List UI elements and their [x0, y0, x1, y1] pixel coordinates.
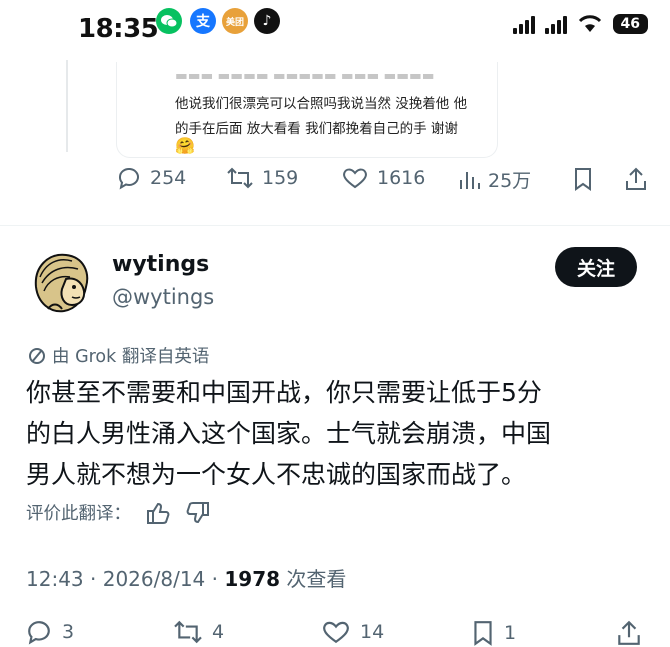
tweet-body: 你甚至不需要和中国开战，你只需要让低于5分 的白人男性涌入这个国家。士气就会崩溃… [26, 372, 636, 495]
avatar-illustration [28, 247, 98, 317]
bookmark-icon [575, 168, 591, 191]
translation-note[interactable]: 由 Grok 翻译自英语 [28, 343, 209, 368]
avatar[interactable] [28, 247, 98, 317]
grok-icon [29, 347, 45, 364]
status-time: 18:35 [78, 14, 159, 44]
wechat-icon [156, 8, 182, 34]
follow-button[interactable]: 关注 [555, 247, 637, 287]
like-count: 1616 [377, 167, 426, 189]
battery-indicator: 46 [612, 14, 648, 34]
reply-button[interactable]: 3 [24, 619, 74, 645]
prev-tweet-actions: 254 159 1616 25万 [0, 166, 670, 206]
heart-icon [323, 621, 349, 644]
thumbs-up-icon[interactable] [145, 501, 171, 525]
reply-count: 254 [150, 167, 187, 189]
thread-connector [66, 60, 68, 152]
translation-note-text: 由 Grok 翻译自英语 [52, 347, 210, 367]
views-count: 25万 [488, 170, 532, 192]
share-icon [618, 620, 640, 645]
thumbs-down-icon[interactable] [185, 501, 211, 525]
tweet-body-line: 男人就不想为一个女人不忠诚的国家而战了。 [26, 460, 527, 489]
cellular-signal-icon [512, 14, 535, 34]
rate-translation: 评价此翻译： [26, 500, 211, 525]
bookmark-button[interactable]: 1 [470, 619, 516, 647]
tweet-meta: 12:43 · 2026/8/14 · 1978 次查看 [26, 563, 346, 592]
tweet-actions: 3 4 14 1 [0, 615, 670, 647]
share-button[interactable] [624, 166, 648, 192]
bookmark-button[interactable] [572, 166, 594, 192]
cellular-signal-icon-2 [544, 14, 567, 34]
image-text-line: 他说我们很漂亮可以合照吗我说当然 没挽着他 他 [175, 96, 468, 112]
tweet-time[interactable]: 12:43 [26, 567, 84, 591]
repost-icon [227, 167, 253, 189]
view-count: 1978 [224, 567, 281, 591]
image-text-line: 的手在后面 放大看看 我们都挽着自己的手 谢谢 [175, 121, 458, 137]
reply-button[interactable]: 254 [116, 166, 186, 190]
bookmark-icon [474, 621, 492, 646]
status-bar: 18:35 支 美团 ♪ 46 [0, 0, 670, 60]
views-button[interactable]: 25万 [458, 166, 531, 193]
share-icon [626, 167, 646, 190]
bookmark-count: 1 [504, 622, 517, 644]
repost-icon [174, 620, 202, 644]
alipay-icon: 支 [190, 8, 216, 34]
tiktok-icon: ♪ [254, 8, 280, 34]
quoted-image-card[interactable]: ▬▬▬ ▬▬▬▬ ▬▬▬▬▬ ▬▬▬ ▬▬▬▬ 他说我们很漂亮可以合照吗我说当然… [116, 62, 498, 158]
reply-icon [28, 621, 50, 645]
like-button[interactable]: 14 [320, 619, 384, 645]
heart-icon [343, 168, 367, 189]
like-button[interactable]: 1616 [341, 166, 425, 190]
views-icon [460, 171, 480, 189]
reply-icon [118, 167, 139, 190]
repost-button[interactable]: 159 [226, 166, 298, 190]
wifi-icon [578, 15, 601, 32]
tweet-date[interactable]: 2026/8/14 [103, 567, 206, 591]
user-handle[interactable]: @wytings [112, 285, 214, 309]
divider [0, 225, 670, 226]
tweet-body-line: 的白人男性涌入这个国家。士气就会崩溃，中国 [26, 419, 552, 448]
share-button[interactable] [616, 619, 642, 647]
repost-button[interactable]: 4 [172, 619, 224, 645]
rate-translation-label: 评价此翻译： [26, 504, 131, 524]
image-text-line-faded: ▬▬▬ ▬▬▬▬ ▬▬▬▬▬ ▬▬▬ ▬▬▬▬ [175, 68, 435, 84]
repost-count: 159 [262, 167, 299, 189]
meituan-icon: 美团 [222, 8, 248, 34]
emoji-icon: 🤗 [175, 136, 195, 155]
display-name[interactable]: wytings [112, 252, 209, 277]
meta-separator: · [90, 567, 103, 591]
view-count-label: 次查看 [286, 567, 347, 591]
tweet-body-line: 你甚至不需要和中国开战，你只需要让低于5分 [26, 378, 542, 407]
meta-separator: · [211, 567, 225, 591]
